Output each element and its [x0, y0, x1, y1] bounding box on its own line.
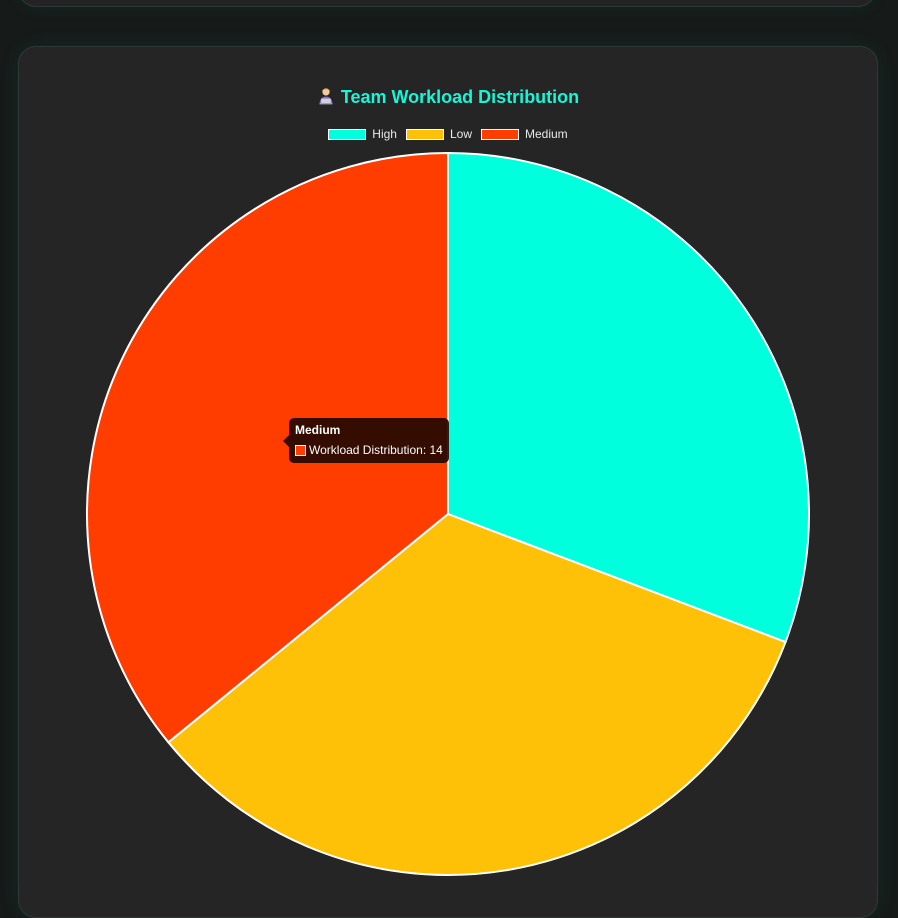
tooltip-label: Workload Distribution: 14	[309, 443, 443, 457]
tooltip-color-swatch	[295, 444, 306, 456]
chart-card: Team Workload Distribution High Low Medium…	[18, 46, 878, 918]
tooltip-body: Workload Distribution: 14	[295, 443, 443, 457]
chart-tooltip: Medium Workload Distribution: 14	[283, 418, 449, 463]
pie-chart	[86, 152, 810, 876]
previous-card	[18, 0, 876, 7]
tooltip-title: Medium	[295, 423, 341, 437]
